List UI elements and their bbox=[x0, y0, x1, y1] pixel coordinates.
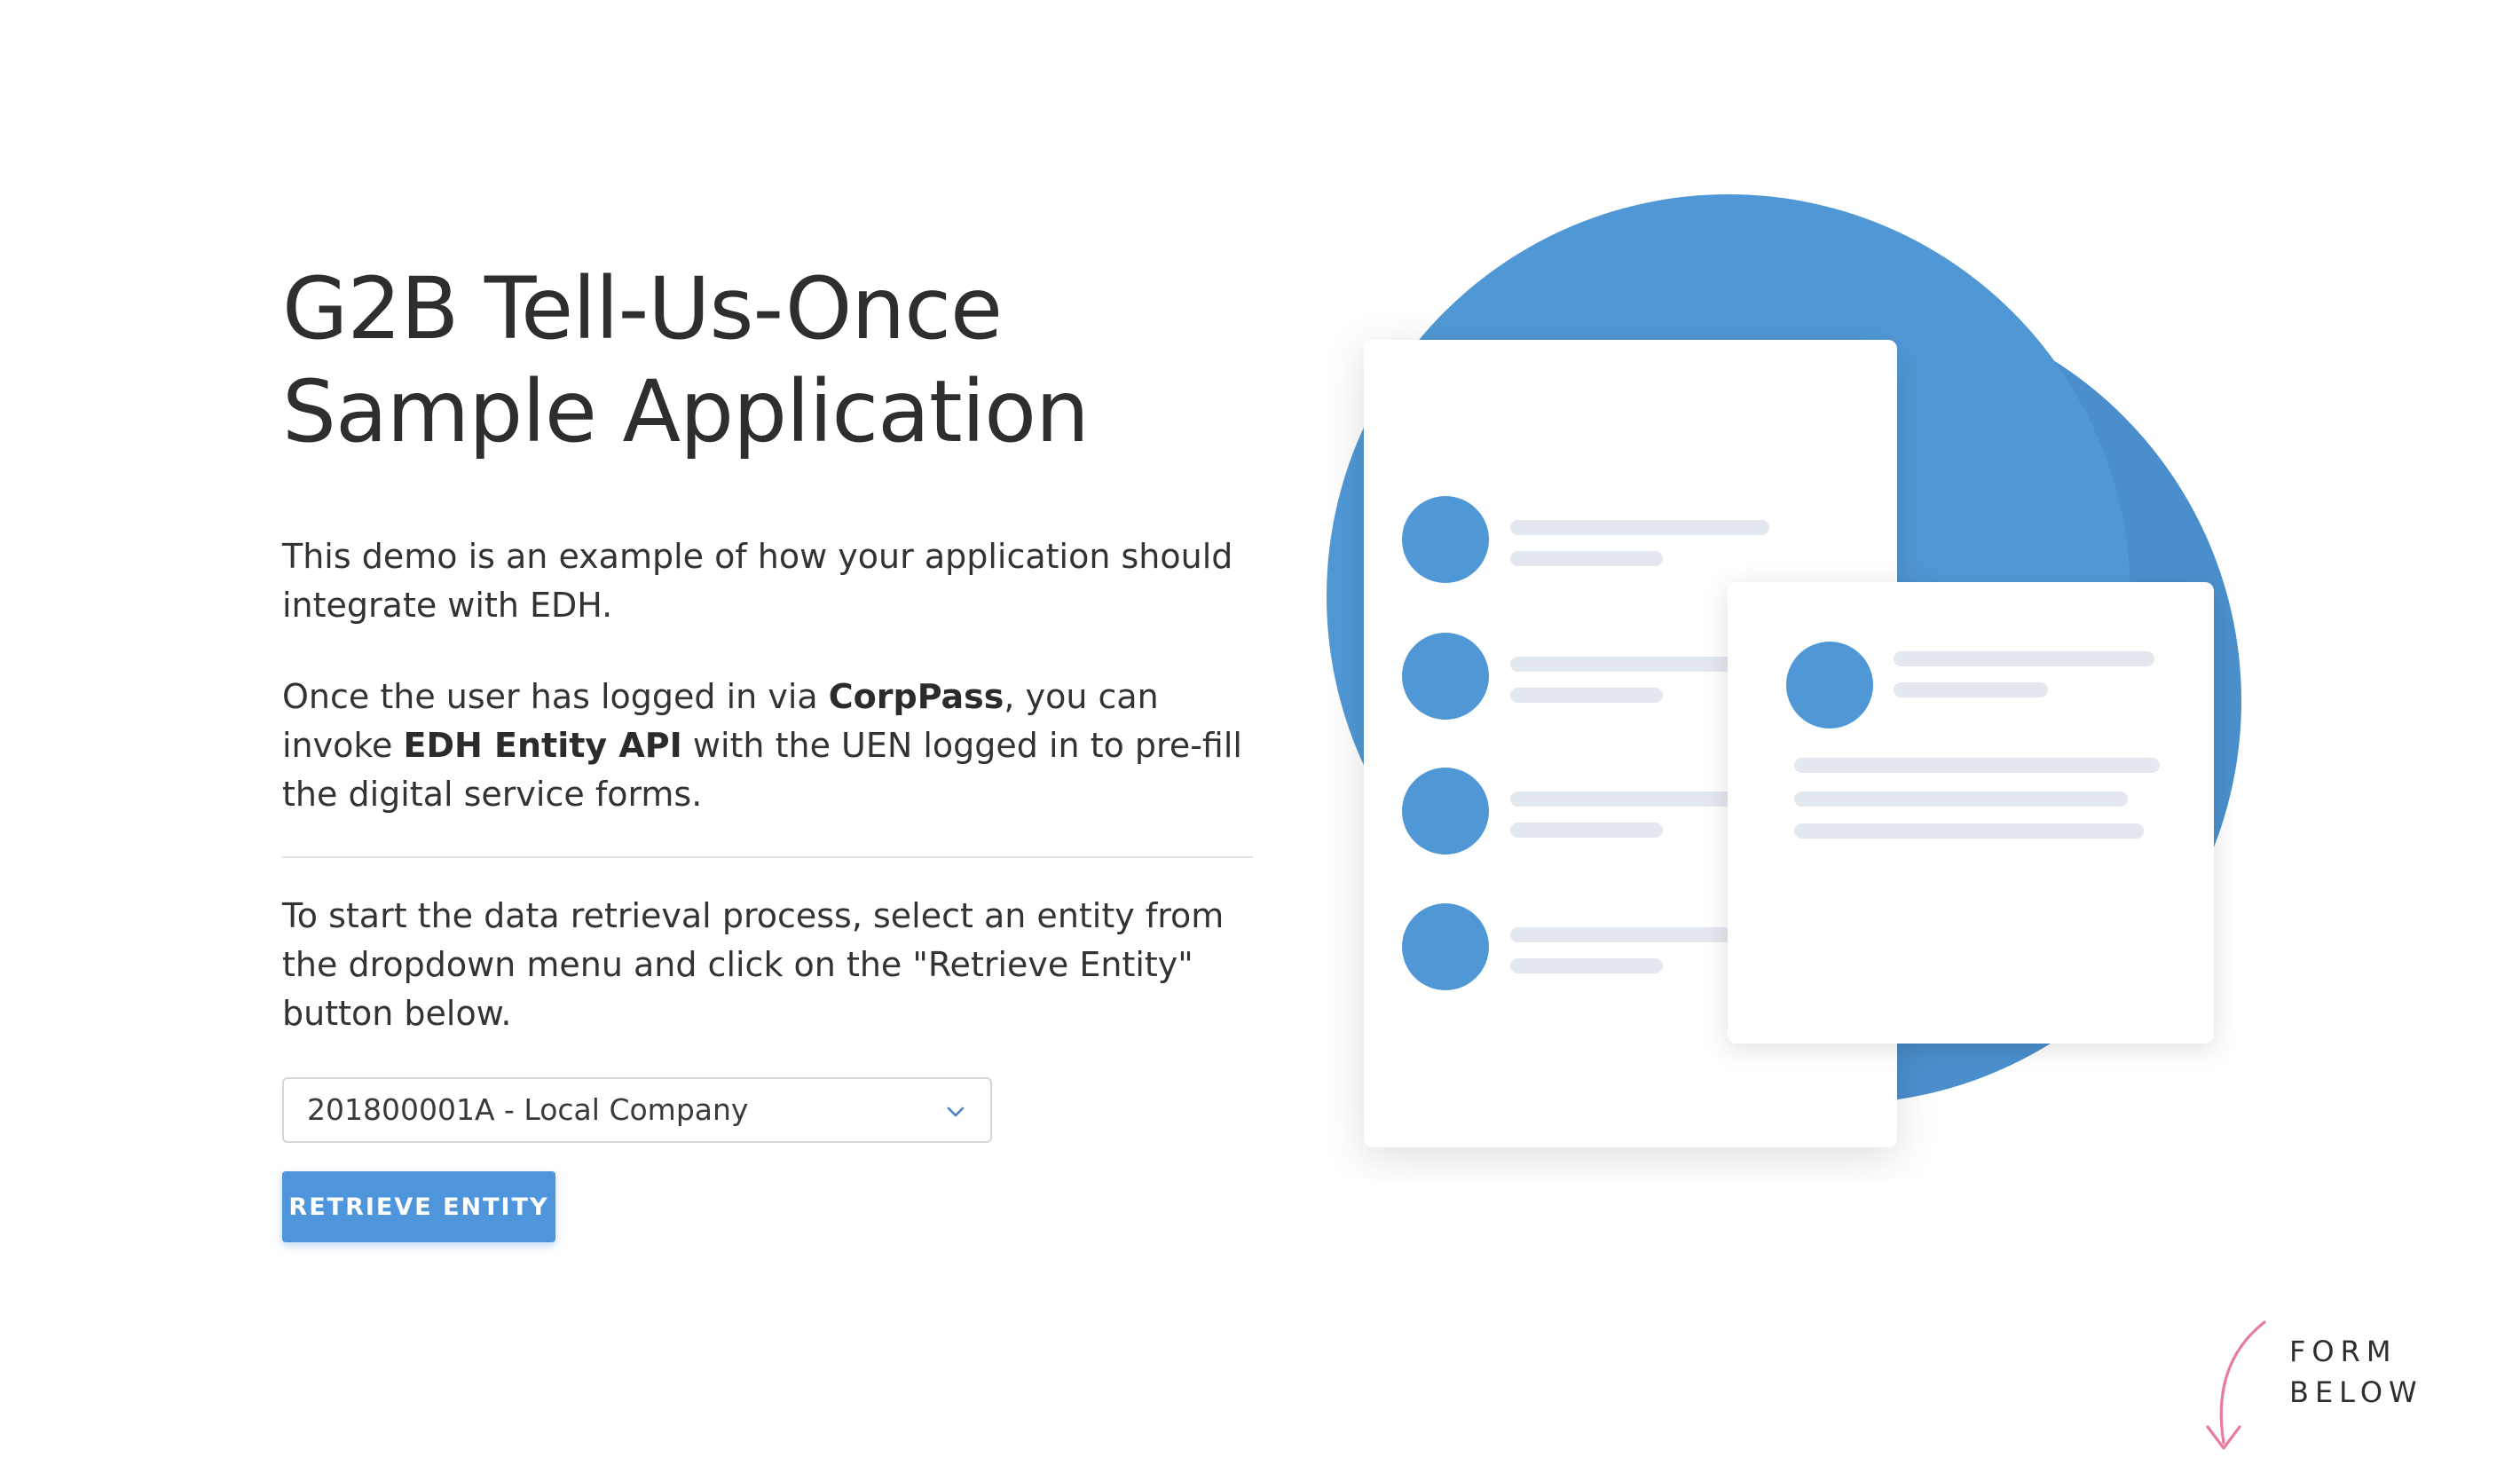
intro-text: This demo is an example of how your appl… bbox=[282, 537, 1233, 625]
corppass-text-1: Once the user has logged in via bbox=[282, 677, 829, 716]
landing-page: G2B Tell-Us-Once Sample Application This… bbox=[0, 0, 2520, 1473]
page-title-line-1: G2B Tell-Us-Once bbox=[282, 259, 1003, 358]
documents-illustration bbox=[1327, 194, 2241, 1147]
page-title: G2B Tell-Us-Once Sample Application bbox=[282, 257, 1258, 463]
corppass-description: Once the user has logged in via CorpPass… bbox=[282, 673, 1258, 819]
curved-arrow-down-icon bbox=[2206, 1320, 2266, 1450]
chevron-down-icon bbox=[947, 1107, 965, 1117]
edh-entity-api-label: EDH Entity API bbox=[403, 726, 682, 765]
scroll-hint-line-1: FORM bbox=[2289, 1335, 2398, 1368]
corppass-label: CorpPass bbox=[828, 677, 1004, 716]
section-divider bbox=[282, 856, 1253, 858]
instructions-text: To start the data retrieval process, sel… bbox=[282, 896, 1225, 1033]
hero-section: G2B Tell-Us-Once Sample Application This… bbox=[282, 257, 1258, 1242]
retrieve-entity-button[interactable]: RETRIEVE ENTITY bbox=[282, 1171, 555, 1242]
scroll-hint-label: FORM BELOW bbox=[2289, 1331, 2423, 1413]
scroll-hint-line-2: BELOW bbox=[2289, 1375, 2423, 1409]
document-card-small bbox=[1728, 582, 2214, 1044]
page-title-line-2: Sample Application bbox=[282, 362, 1090, 461]
entity-select-value: 201800001A - Local Company bbox=[307, 1092, 749, 1127]
entity-select[interactable]: 201800001A - Local Company bbox=[282, 1077, 992, 1143]
scroll-hint[interactable]: FORM BELOW bbox=[2197, 1319, 2463, 1461]
